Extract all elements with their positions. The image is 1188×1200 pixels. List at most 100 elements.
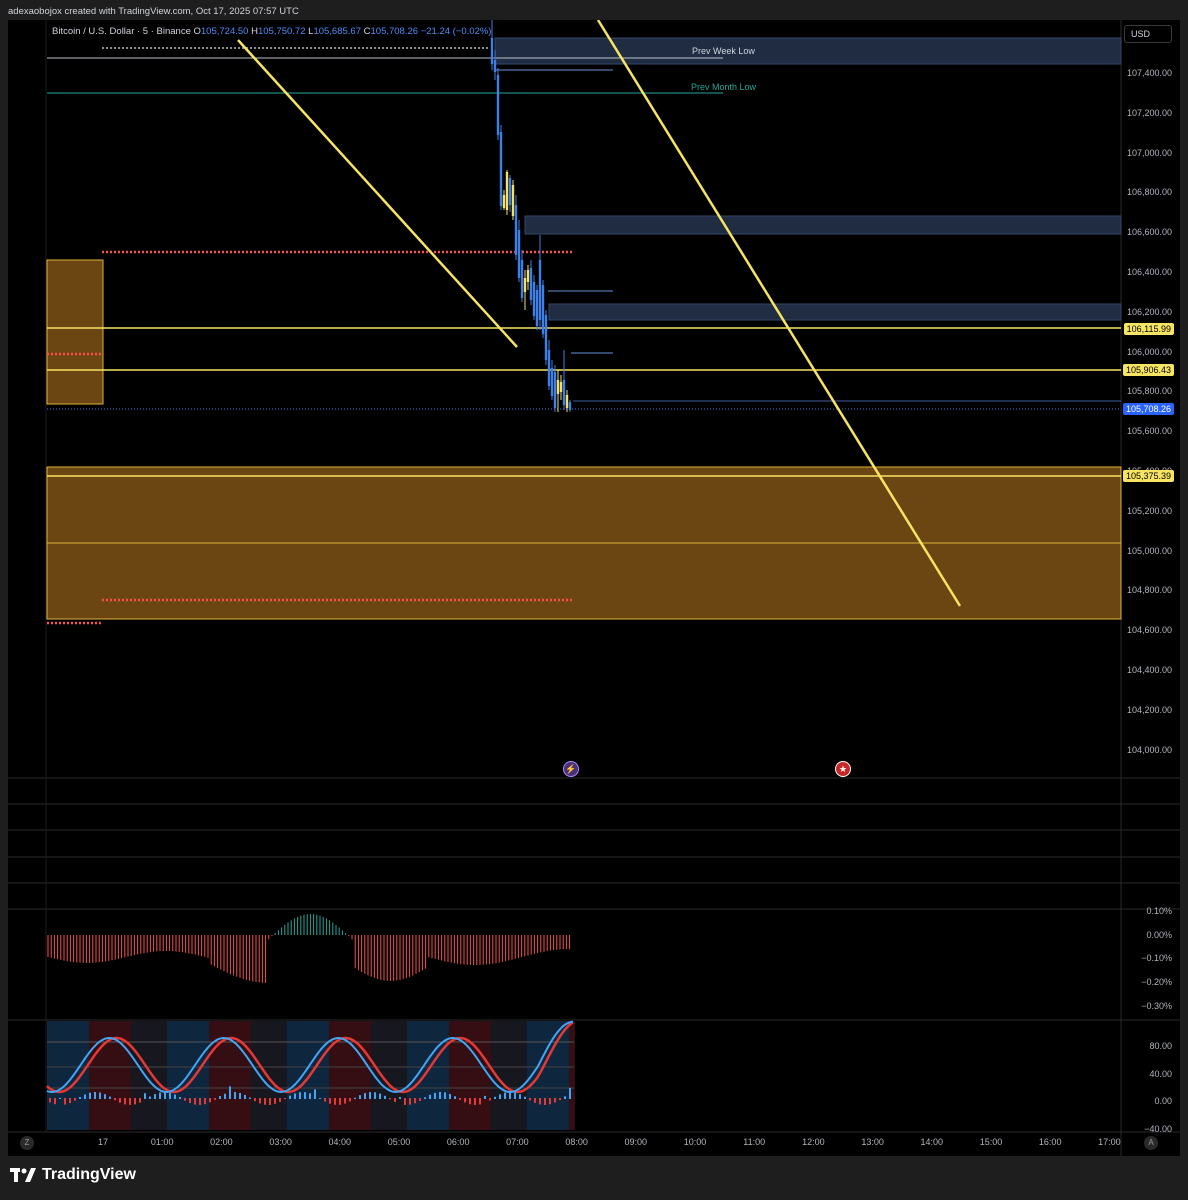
oscillator-bar [454,1096,456,1099]
oscillator-bar [79,1096,81,1099]
oscillator-bar [524,1096,526,1099]
time-tick: 14:00 [920,1137,944,1147]
oscillator-bar [89,1092,91,1099]
oscillator-bar [554,1098,556,1103]
oscillator-bar [114,1098,116,1101]
oscillator-bar [529,1098,531,1101]
price-tick: 105,200.00 [1126,505,1172,516]
candle-body [532,282,536,316]
candle-body [535,290,539,326]
left-supply-box[interactable] [46,259,104,405]
oscillator-bar [374,1092,376,1099]
symbol-name[interactable]: Bitcoin / U.S. Dollar · 5 · Binance [52,26,191,37]
oscillator-bg-band [467,1021,473,1130]
auto-scale-left-button[interactable]: Z [20,1136,34,1150]
oscillator-bg-band [503,1021,509,1130]
time-tick: 08:00 [565,1137,588,1147]
oscillator-bar [404,1098,406,1105]
oscillator-bar [369,1092,371,1099]
oscillator-1-tick: −0.30% [1141,1000,1172,1011]
oscillator-bar [54,1098,56,1105]
oscillator-bg-band [317,1021,323,1130]
oscillator-bg-band [47,1021,53,1130]
oscillator-1-tick: 0.00% [1146,929,1172,940]
candle-body [547,350,551,386]
oscillator-bar [264,1098,266,1105]
oscillator-bg-band [215,1021,221,1130]
stoch-oscillator [46,1020,575,1130]
oscillator-bar [544,1098,546,1105]
prev-month-low-label: Prev Month Low [691,82,757,92]
time-tick: 03:00 [269,1137,292,1147]
fvg-zone-top[interactable] [494,37,1122,65]
oscillator-bg-band [443,1021,449,1130]
trendline-1[interactable] [237,39,518,348]
oscillator-bar [434,1092,436,1099]
oscillator-bg-band [497,1021,503,1130]
oscillator-bar [329,1098,331,1104]
oscillator-bar [489,1098,491,1101]
attribution-text: adexaobojox created with TradingView.com… [8,6,299,17]
time-tick: 17:00 [1098,1137,1121,1147]
oscillator-bar [64,1098,66,1105]
oscillator-bar [559,1098,561,1101]
oscillator-bar [259,1098,261,1104]
fvg-zone-mid[interactable] [524,215,1122,235]
us-flag-icon[interactable]: ★ [835,761,851,777]
oscillator-bg-band [65,1021,71,1130]
oscillator-bar [484,1095,486,1099]
oscillator-bg-band [521,1021,527,1130]
fvg-zone-low[interactable] [548,303,1122,321]
candle-body [544,315,548,360]
oscillator-bar [224,1093,226,1099]
oscillator-bar [459,1098,461,1100]
oscillator-bg-band [425,1021,431,1130]
price-tick: 106,200.00 [1126,306,1172,317]
oscillator-bar [339,1098,341,1105]
chart-canvas[interactable] [8,20,1180,1156]
oscillator-bg-band [269,1021,275,1130]
time-tick: 05:00 [387,1137,411,1147]
time-tick: 04:00 [328,1137,352,1147]
open-value: 105,724.50 [200,26,249,37]
price-tick: 107,000.00 [1126,147,1172,158]
lightning-icon[interactable]: ⚡ [563,761,579,777]
oscillator-bar [439,1092,441,1099]
candle-body [565,395,569,408]
oscillator-bar [414,1098,416,1104]
oscillator-bg-band [395,1021,401,1130]
oscillator-bar [499,1094,501,1099]
price-tick: 107,400.00 [1126,68,1172,78]
candle-body [499,132,503,206]
oscillator-bg-band [53,1021,59,1130]
oscillator-bar [534,1098,536,1103]
oscillator-bg-band [563,1021,569,1130]
oscillator-bar [349,1098,351,1102]
candle-body [568,402,572,410]
oscillator-bar [219,1096,221,1099]
oscillator-bar [74,1098,76,1101]
candle-body [562,380,566,405]
oscillator-bg-band [281,1021,287,1130]
oscillator-bar [479,1098,481,1105]
currency-selector[interactable]: USD [1124,25,1172,43]
oscillator-bar [249,1097,251,1099]
footer-brand: TradingView [42,1166,136,1183]
auto-scale-button[interactable]: A [1144,1136,1158,1150]
candle-body [490,38,494,64]
price-tick: 104,200.00 [1126,704,1172,715]
oscillator-bar [289,1095,291,1099]
candle-body [502,195,506,208]
symbol-legend[interactable]: Bitcoin / U.S. Dollar · 5 · Binance O105… [52,26,491,37]
oscillator-bar [99,1092,101,1099]
candle-body [523,278,527,292]
level-badge-3: 105,375.39 [1122,470,1174,482]
oscillator-bar [429,1094,431,1099]
oscillator-bar [194,1098,196,1105]
high-label: H [251,26,258,37]
chart-frame[interactable]: Bitcoin / U.S. Dollar · 5 · Binance O105… [8,20,1180,1156]
oscillator-bar [469,1098,471,1105]
candle-body [559,382,563,392]
oscillator-bar [504,1092,506,1099]
oscillator-bar [159,1092,161,1099]
